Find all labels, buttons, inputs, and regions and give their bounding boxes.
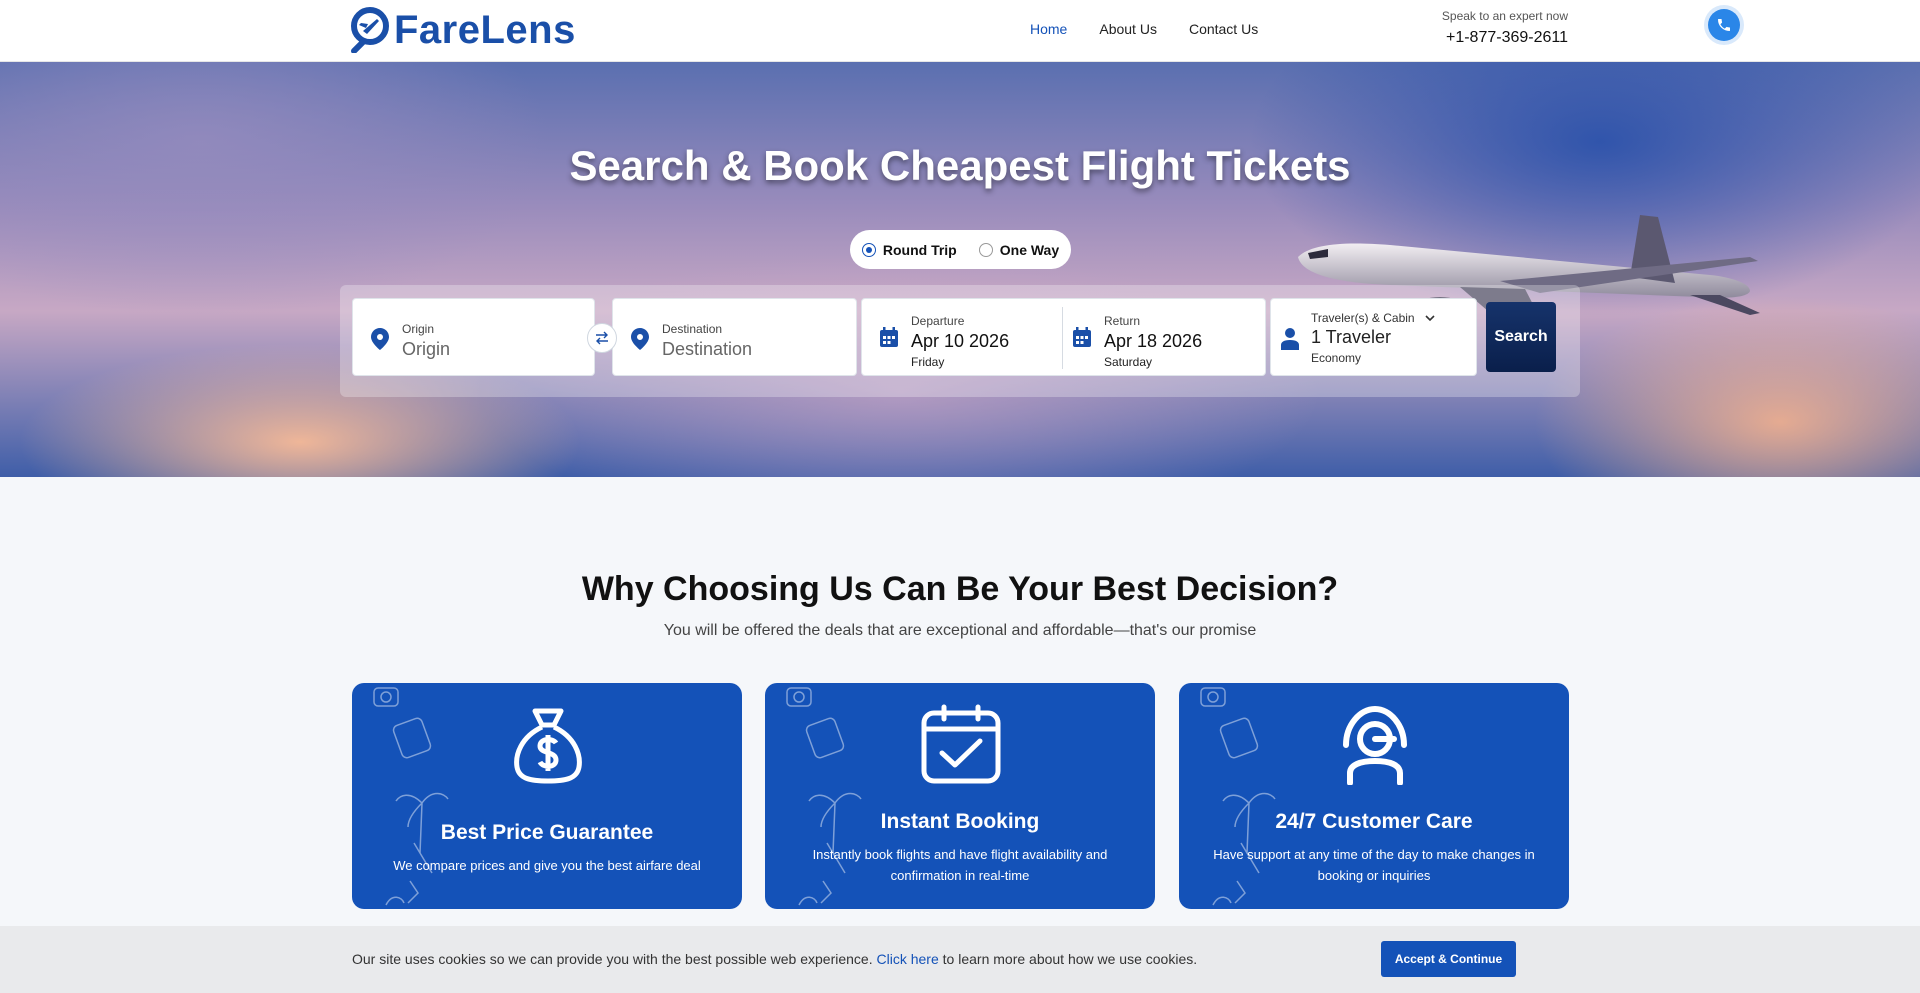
swap-airports-button[interactable]	[587, 323, 617, 353]
calendar-check-icon	[921, 704, 1001, 784]
one-way-radio[interactable]: One Way	[978, 241, 1060, 258]
dates-field: Departure Apr 10 2026 Friday Return Apr …	[861, 298, 1266, 376]
departure-date-value: Apr 10 2026	[911, 331, 1010, 351]
origin-field[interactable]: Origin Origin	[352, 298, 595, 376]
cookie-policy-link[interactable]: Click here	[877, 951, 939, 967]
return-label: Return	[1104, 314, 1141, 328]
phone-number[interactable]: +1-877-369-2611	[1442, 29, 1568, 47]
round-trip-radio[interactable]: Round Trip	[861, 241, 957, 258]
flight-search-form: Origin Origin Destination Destination De…	[340, 285, 1580, 397]
cookie-text-before: Our site uses cookies so we can provide …	[352, 951, 873, 967]
brand-name: FareLens	[394, 7, 576, 52]
travelers-cabin-field[interactable]: Traveler(s) & Cabin 1 Traveler Economy	[1270, 298, 1477, 376]
calendar-icon	[1073, 327, 1091, 347]
card-text: Have support at any time of the day to m…	[1213, 847, 1535, 883]
return-day: Saturday	[1104, 355, 1153, 369]
nav-contact-us[interactable]: Contact Us	[1189, 21, 1258, 37]
cookie-text-after: to learn more about how we use cookies.	[942, 951, 1198, 967]
card-title: Best Price Guarantee	[440, 821, 654, 844]
travelers-label-text: Traveler(s) & Cabin	[1311, 311, 1415, 325]
destination-label: Destination	[662, 322, 723, 336]
site-header: FareLens Home About Us Contact Us Speak …	[0, 0, 1920, 62]
nav-about-us[interactable]: About Us	[1099, 21, 1157, 37]
map-pin-icon	[631, 328, 649, 350]
travelers-label: Traveler(s) & Cabin	[1311, 311, 1435, 325]
hero-banner: Search & Book Cheapest Flight Tickets Ro…	[0, 62, 1920, 477]
nav-home[interactable]: Home	[1030, 21, 1067, 37]
departure-day: Friday	[911, 355, 945, 369]
feature-card-customer-care: 24/7 Customer Care Have support at any t…	[1179, 683, 1569, 909]
map-pin-icon	[371, 328, 389, 350]
card-text: We compare prices and give you the best …	[393, 858, 701, 873]
chevron-down-icon	[1425, 314, 1435, 321]
origin-label: Origin	[402, 322, 435, 336]
feature-card-instant-booking: Instant Booking Instantly book flights a…	[765, 683, 1155, 909]
trip-type-toggle: Round Trip One Way	[850, 230, 1071, 269]
card-title: Instant Booking	[880, 810, 1040, 833]
swap-arrows-icon	[596, 331, 608, 345]
travelers-count: 1 Traveler	[1311, 327, 1392, 347]
main-nav: Home About Us Contact Us	[1030, 21, 1258, 37]
card-text: Instantly book flights and have flight a…	[812, 847, 1108, 883]
section-title: Why Choosing Us Can Be Your Best Decisio…	[581, 570, 1339, 608]
feature-card-best-price: Best Price Guarantee We compare prices a…	[352, 683, 742, 909]
phone-icon[interactable]	[1708, 9, 1740, 41]
hero-title: Search & Book Cheapest Flight Tickets	[569, 142, 1351, 189]
one-way-label: One Way	[999, 241, 1060, 258]
phone-contact: Speak to an expert now +1-877-369-2611	[1442, 9, 1568, 47]
search-button[interactable]: Search	[1486, 302, 1556, 372]
origin-input[interactable]: Origin	[402, 339, 450, 360]
return-date[interactable]: Return Apr 18 2026 Saturday	[1055, 299, 1267, 377]
section-subtitle: You will be offered the deals that are e…	[663, 622, 1257, 639]
radio-unchecked-icon	[978, 242, 993, 257]
person-icon	[1281, 328, 1299, 350]
brand-logo[interactable]: FareLens	[350, 7, 576, 53]
destination-field[interactable]: Destination Destination	[612, 298, 857, 376]
cookie-banner: Our site uses cookies so we can provide …	[0, 926, 1920, 993]
departure-label: Departure	[911, 314, 965, 328]
plane-globe-logo-icon	[351, 7, 389, 53]
accept-cookies-button[interactable]: Accept & Continue	[1381, 941, 1516, 977]
calendar-icon	[880, 327, 898, 347]
headset-support-icon	[1343, 705, 1407, 785]
departure-date[interactable]: Departure Apr 10 2026 Friday	[862, 299, 1062, 377]
card-title: 24/7 Customer Care	[1275, 810, 1473, 833]
cookie-message: Our site uses cookies so we can provide …	[352, 951, 1197, 967]
money-bag-icon	[514, 708, 582, 784]
round-trip-label: Round Trip	[882, 241, 957, 258]
phone-caption: Speak to an expert now	[1441, 9, 1568, 23]
radio-checked-icon	[861, 242, 876, 257]
cabin-class: Economy	[1311, 351, 1362, 365]
return-date-value: Apr 18 2026	[1104, 331, 1203, 351]
destination-input[interactable]: Destination	[662, 339, 752, 360]
